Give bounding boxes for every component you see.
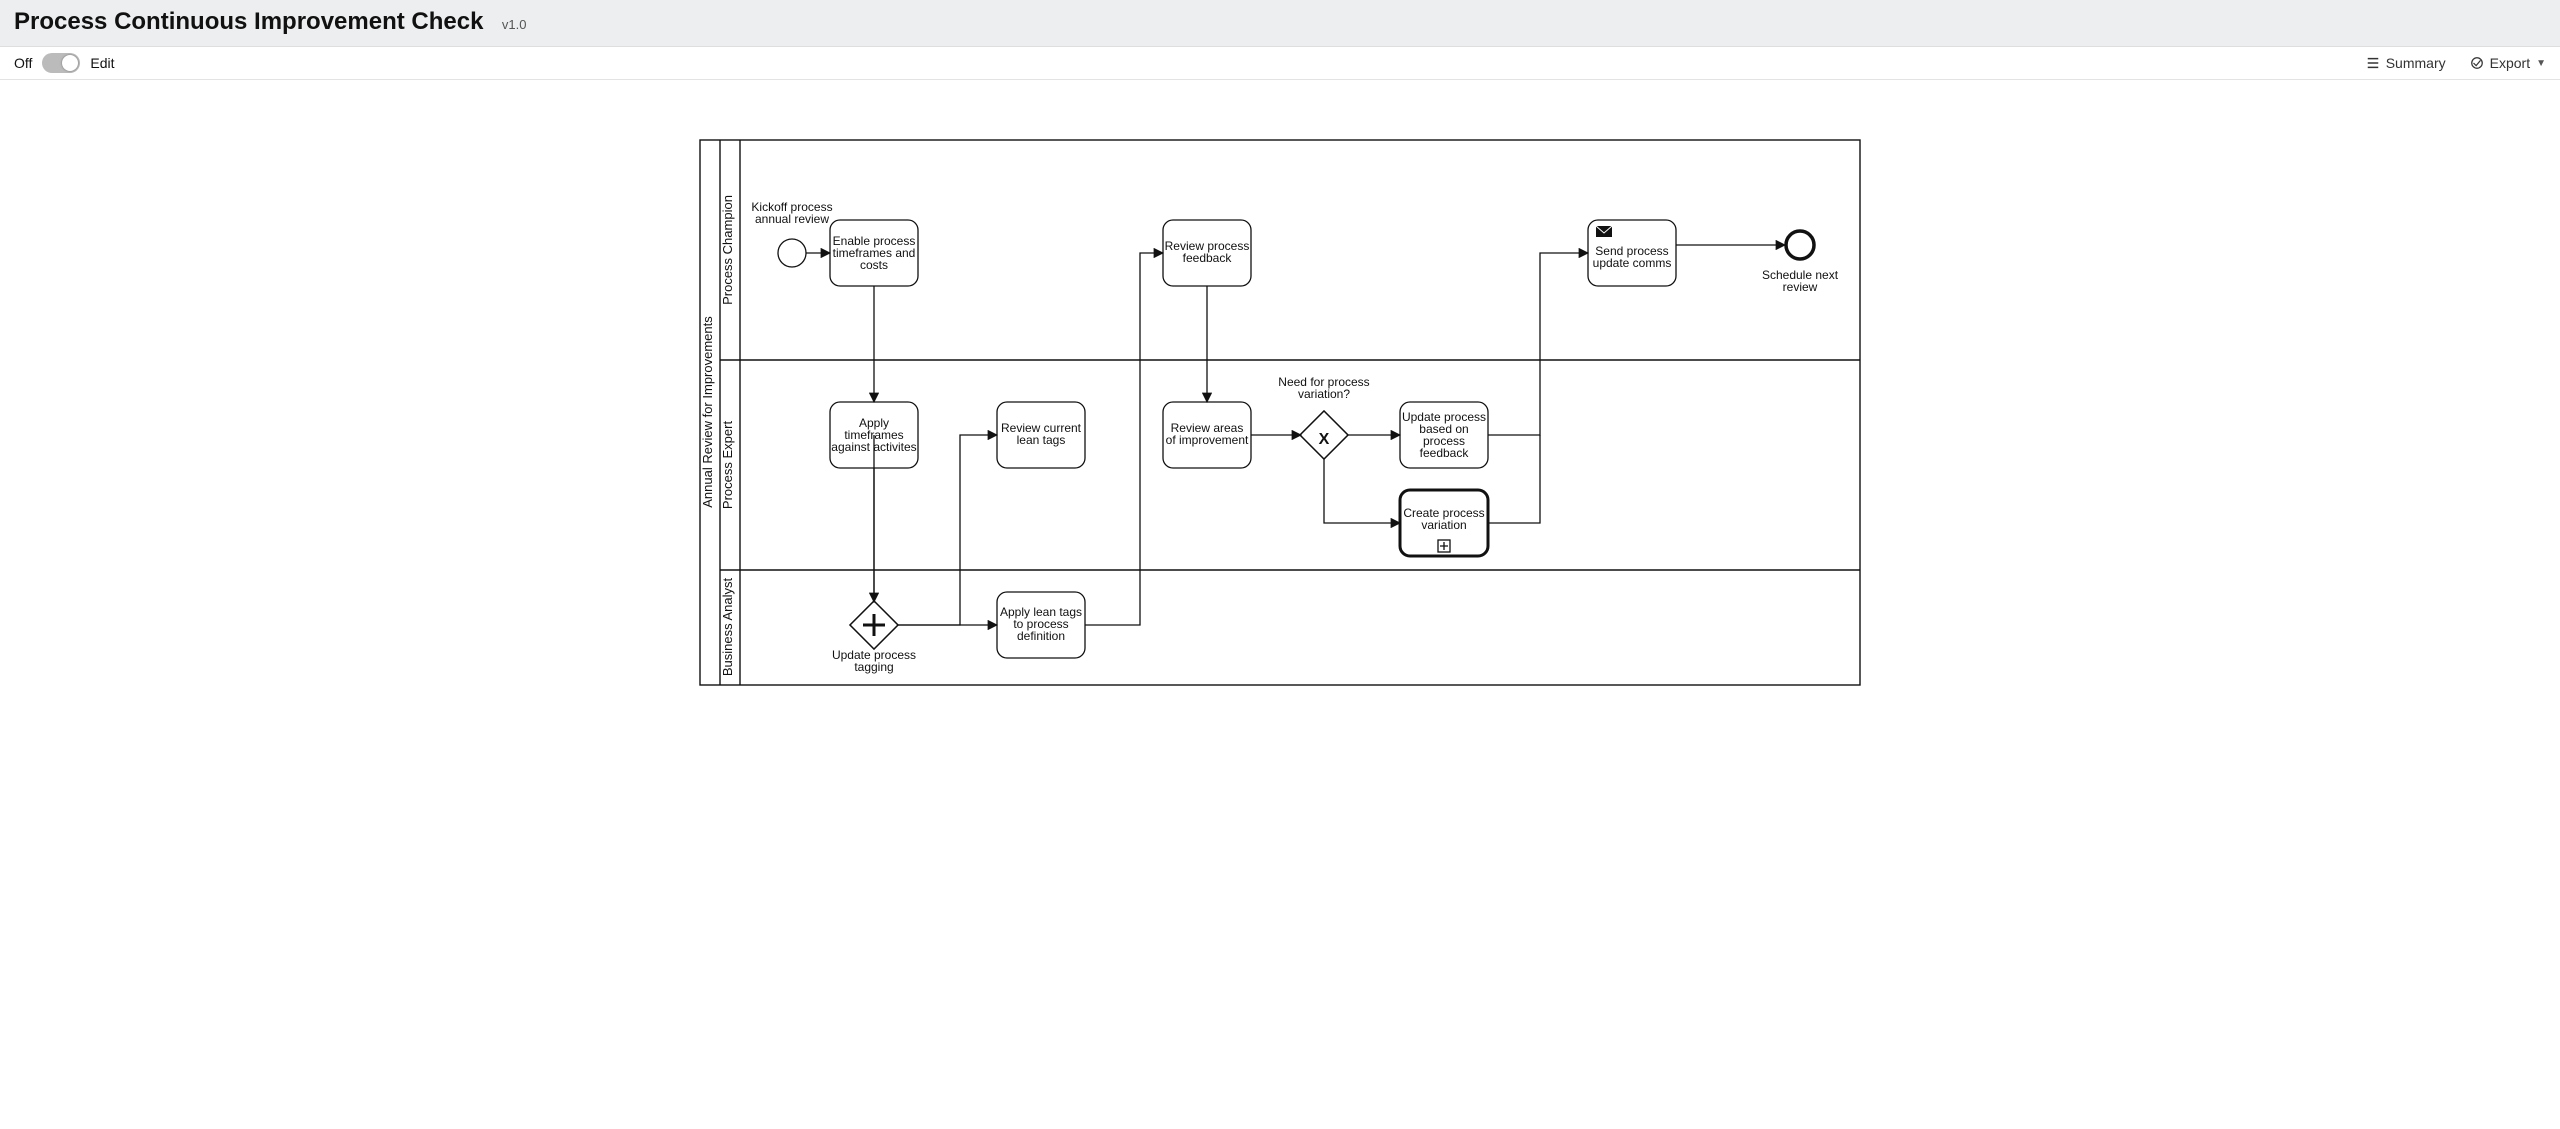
gw2-label: Update processtagging	[832, 648, 916, 674]
page-title: Process Continuous Improvement Check	[14, 8, 483, 36]
summary-button[interactable]: Summary	[2366, 55, 2446, 71]
diagram-canvas[interactable]: Annual Review for Improvements Process C…	[0, 80, 2560, 730]
end-event[interactable]	[1786, 231, 1814, 259]
version-label: v1.0	[502, 17, 527, 32]
caret-down-icon: ▼	[2536, 58, 2546, 69]
gateway-need-variation[interactable]: X	[1300, 411, 1348, 459]
edit-toggle[interactable]	[42, 53, 80, 73]
flow-t7-t3	[1488, 253, 1588, 435]
page-header: Process Continuous Improvement Check v1.…	[0, 0, 2560, 47]
flow-t8-merge	[1488, 435, 1540, 523]
list-icon	[2366, 56, 2380, 70]
t3-label: Send processupdate comms	[1593, 244, 1672, 270]
export-label: Export	[2490, 55, 2530, 71]
toggle-edit-label: Edit	[90, 55, 114, 71]
gateway-update-tagging[interactable]	[850, 601, 898, 649]
lane2-title: Process Expert	[720, 421, 735, 510]
pool-title: Annual Review for Improvements	[700, 316, 715, 508]
gw1-label: Need for processvariation?	[1278, 375, 1369, 401]
end-event-label: Schedule nextreview	[1762, 268, 1839, 294]
summary-label: Summary	[2386, 55, 2446, 71]
lane3-title: Business Analyst	[720, 577, 735, 676]
lane1-title: Process Champion	[720, 195, 735, 305]
start-event-label: Kickoff processannual review	[751, 200, 832, 226]
export-icon	[2470, 56, 2484, 70]
flow-gw1-t8	[1324, 458, 1400, 523]
t6-label: Review areasof improvement	[1166, 421, 1249, 447]
bpmn-diagram: Annual Review for Improvements Process C…	[690, 130, 1870, 690]
toolbar: Off Edit Summary Export ▼	[0, 47, 2560, 80]
svg-text:X: X	[1319, 431, 1330, 448]
export-button[interactable]: Export ▼	[2470, 55, 2546, 71]
toggle-off-label: Off	[14, 55, 32, 71]
flow-t9-t2	[1085, 253, 1163, 625]
start-event[interactable]	[778, 239, 806, 267]
